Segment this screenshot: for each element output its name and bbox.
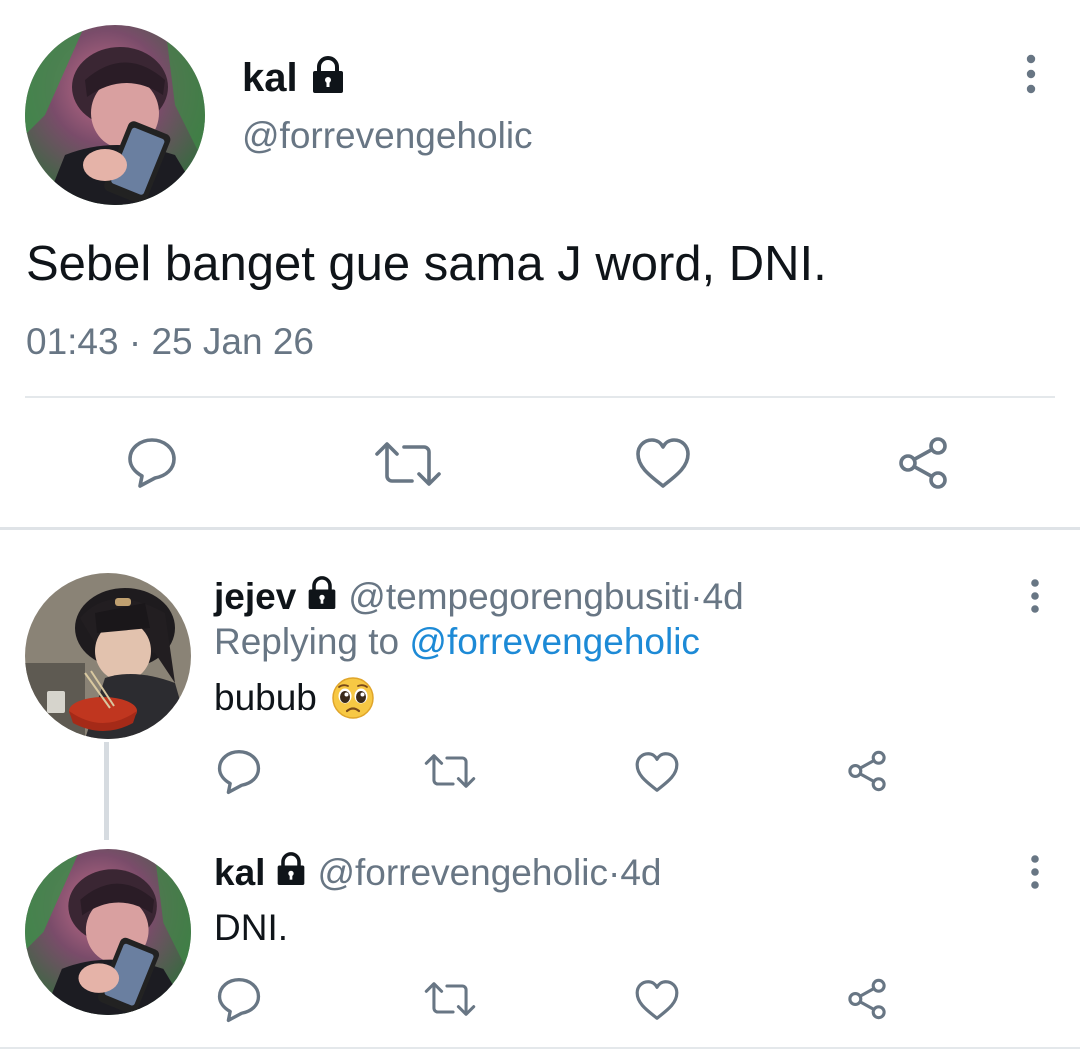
main-share-button[interactable] [896,436,950,490]
heart-icon [635,980,679,1020]
reply-1-meta-sep: · [690,576,703,617]
reply-2-author-name[interactable]: kal [214,851,265,895]
reply-1-header: jejev @tempegorengbusiti · 4d [214,574,744,620]
reply-1-retweet-button[interactable] [424,752,476,790]
main-divider [25,396,1055,398]
reply-icon [217,749,261,795]
reply-2-author-handle[interactable]: @forrevengeholic [317,851,608,895]
more-vertical-icon[interactable] [1024,578,1046,614]
main-retweet-button[interactable] [374,440,442,488]
reply-2-share-button[interactable] [846,978,888,1020]
share-icon [848,978,886,1020]
lock-icon [310,56,346,103]
reply-1-text-content: bubub [214,677,317,718]
reply-2-text: DNI. [214,906,288,950]
reply-2-reply-button[interactable] [216,976,262,1024]
reply-2-retweet-button[interactable] [424,980,476,1018]
reply-1-text: bubub [214,676,375,720]
more-vertical-icon[interactable] [1018,54,1044,94]
reply-icon [128,438,176,488]
main-reply-button[interactable] [126,436,178,490]
main-author-name[interactable]: kal [242,52,346,103]
retweet-icon [424,754,476,788]
reply-1-author-name[interactable]: jejev [214,575,296,619]
reply-1-age[interactable]: 4d [703,575,744,619]
pleading-face-emoji [331,676,375,720]
more-vertical-icon[interactable] [1024,854,1046,890]
reply-1-avatar[interactable] [25,573,191,739]
thread-connector-line [104,742,109,840]
reply-2-text-content: DNI. [214,907,288,948]
reply-2-header: kal @forrevengeholic · 4d [214,850,661,896]
section-divider [0,527,1080,530]
heart-icon [635,752,679,792]
main-tweet-timestamp[interactable]: 01:43 · 25 Jan 26 [26,320,314,364]
reply-2-age[interactable]: 4d [620,851,661,895]
retweet-icon [375,442,441,486]
reply-1-author-handle[interactable]: @tempegorengbusiti [348,575,690,619]
retweet-icon [424,982,476,1016]
bottom-divider [0,1047,1080,1049]
replying-to-handle-link[interactable]: @forrevengeholic [409,621,700,662]
reply-icon [217,977,261,1023]
reply-1-share-button[interactable] [846,750,888,792]
main-like-button[interactable] [634,436,692,490]
heart-icon [636,438,690,488]
reply-1-like-button[interactable] [634,750,680,794]
reply-2-like-button[interactable] [634,978,680,1022]
lock-icon [306,576,338,620]
reply-2-meta-sep: · [607,852,621,893]
main-avatar[interactable] [25,25,205,205]
reply-1-replying-to: Replying to @forrevengeholic [214,620,700,664]
main-author-name-text[interactable]: kal [242,56,298,100]
main-tweet-text: Sebel banget gue sama J word, DNI. [26,237,827,291]
main-author-handle[interactable]: @forrevengeholic [242,114,533,158]
main-tweet-date: 25 Jan 26 [151,321,315,362]
share-icon [848,750,886,792]
lock-icon [275,852,307,896]
main-tweet-time: 01:43 [26,321,119,362]
reply-2-avatar[interactable] [25,849,191,1015]
share-icon [899,437,947,489]
replying-to-label: Replying to [214,621,400,662]
reply-1-reply-button[interactable] [216,748,262,796]
timestamp-separator: · [118,321,152,362]
